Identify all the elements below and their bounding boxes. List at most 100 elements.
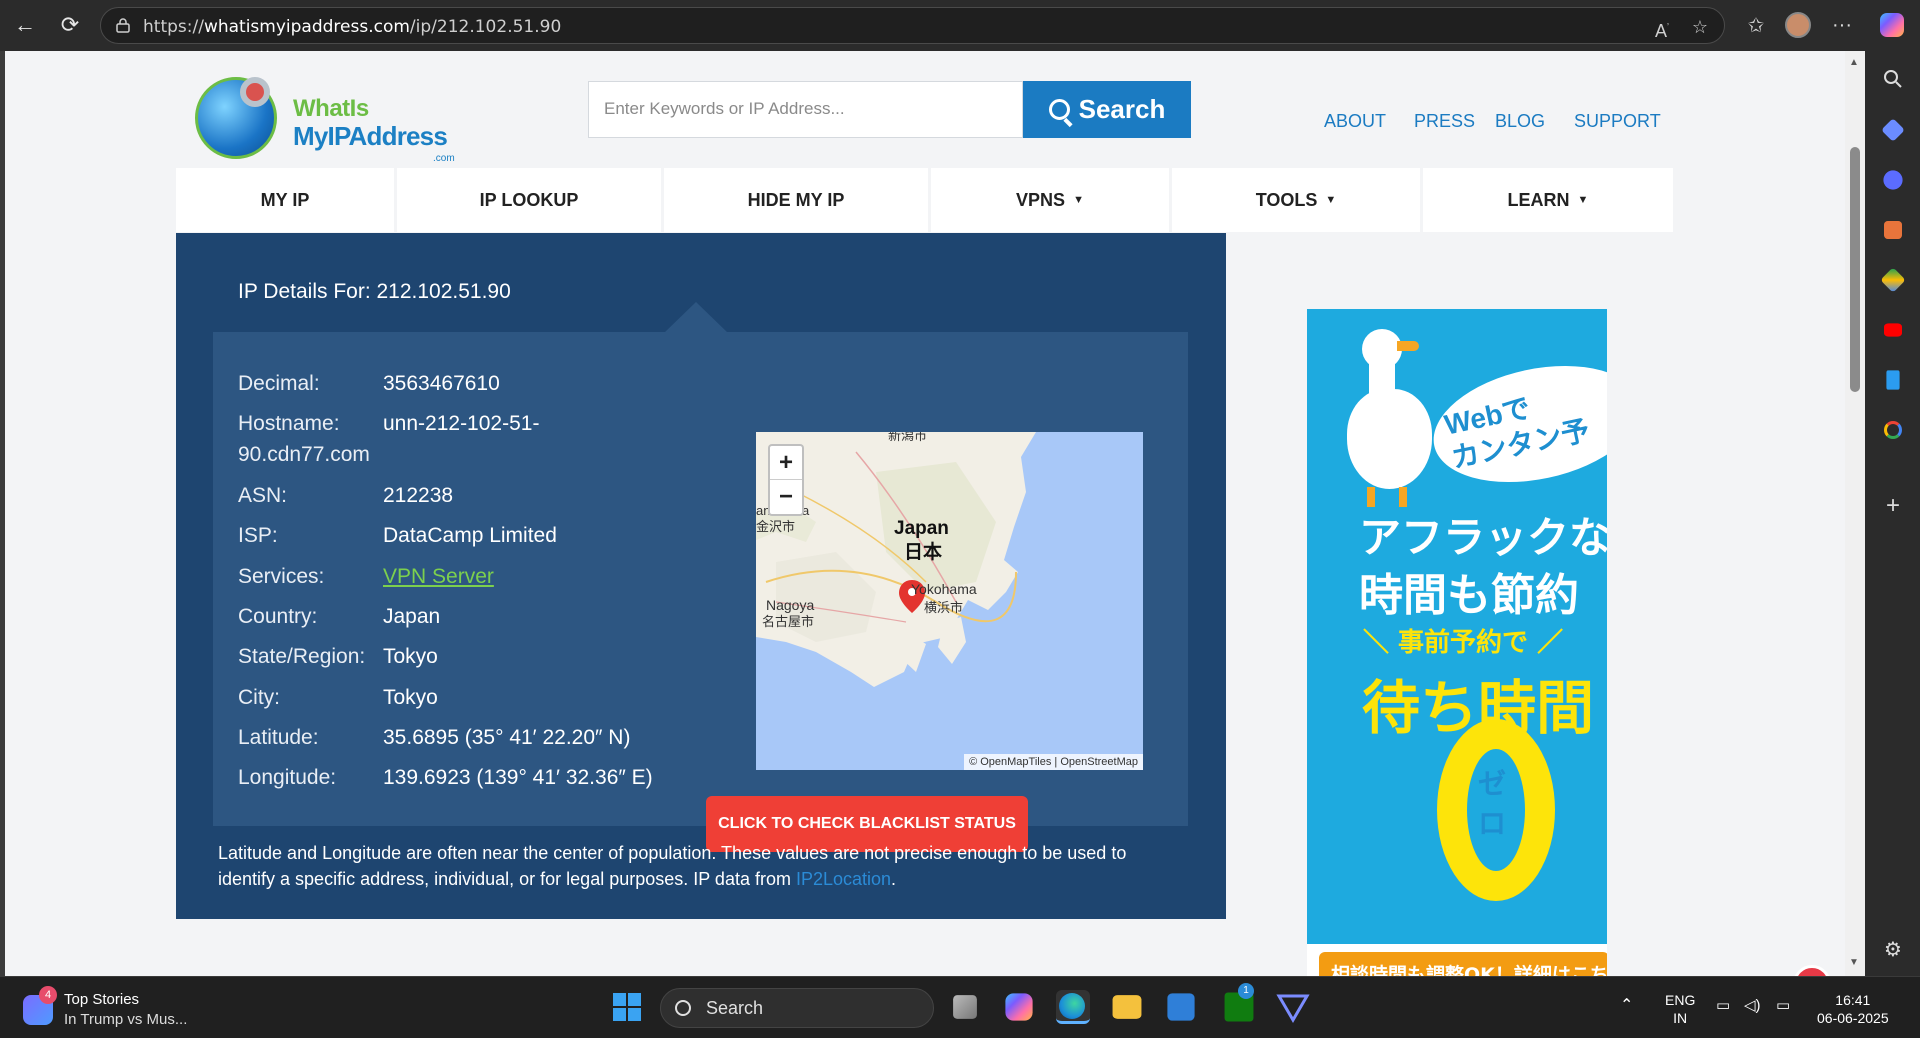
- nav-learn[interactable]: LEARN ▼: [1423, 168, 1673, 232]
- nav-my-ip[interactable]: MY IP: [176, 168, 394, 232]
- search-icon: [1048, 99, 1070, 120]
- shopping-tag-icon[interactable]: [1881, 118, 1905, 142]
- row-value: 139.6923 (139° 41′ 32.36″ E): [383, 766, 653, 789]
- copilot-taskbar-icon[interactable]: [1005, 993, 1033, 1021]
- bing-icon[interactable]: [1886, 370, 1900, 390]
- tools-briefcase-icon[interactable]: [1884, 221, 1902, 239]
- copilot-icon[interactable]: [1876, 10, 1908, 40]
- search-icon: [675, 1000, 691, 1016]
- row-value: 3563467610: [383, 372, 500, 395]
- row-value: 35.6895 (35° 41′ 22.20″ N): [383, 726, 631, 749]
- zoom-in-button[interactable]: +: [770, 446, 802, 480]
- refresh-button[interactable]: ⟳: [55, 10, 85, 40]
- row-label: State/Region:: [238, 645, 366, 668]
- row-label: Latitude:: [238, 726, 319, 749]
- clock-time: 16:41: [1835, 992, 1871, 1008]
- tray-overflow-icon[interactable]: ⌃: [1620, 997, 1633, 1015]
- map-label-japan-ja: 日本: [904, 540, 942, 563]
- google-drive-icon[interactable]: [1880, 267, 1906, 293]
- windows-logo-icon: [613, 993, 641, 1021]
- start-button[interactable]: [610, 990, 644, 1024]
- row-value: unn-212-102-51-: [383, 412, 540, 435]
- ad-headline-2: 時間も節約: [1359, 570, 1579, 621]
- row-value: 212238: [383, 484, 454, 507]
- lang-code: ENG: [1665, 992, 1696, 1008]
- search-icon[interactable]: [1881, 67, 1905, 91]
- copilot-app-icon[interactable]: [1883, 170, 1903, 190]
- taskbar-search[interactable]: Search: [660, 988, 934, 1028]
- disclaimer-text: Latitude and Longitude are often near th…: [218, 843, 1127, 889]
- map-canvas[interactable]: Japan 日本 Nagoya 名古屋市 Yokohama 横浜市 金沢市 an…: [756, 428, 1143, 770]
- language-indicator[interactable]: ENG IN: [1665, 991, 1695, 1027]
- windows-taskbar: 4 Top Stories In Trump vs Mus... Search …: [0, 976, 1920, 1038]
- map-label-yokohama: Yokohama: [911, 581, 977, 597]
- row-value: Tokyo: [383, 645, 438, 668]
- region-code: IN: [1673, 1010, 1688, 1026]
- site-logo[interactable]: WhatIs MyIPAddress .com: [195, 71, 465, 164]
- network-icon[interactable]: ▭: [1716, 997, 1730, 1015]
- vpn-server-link[interactable]: VPN Server: [383, 565, 494, 589]
- url-text[interactable]: https://whatismyipaddress.com/ip/212.102…: [143, 17, 561, 37]
- search-input[interactable]: Enter Keywords or IP Address...: [588, 81, 1023, 138]
- search-button[interactable]: Search: [1023, 81, 1191, 138]
- favorites-icon[interactable]: ✩: [1740, 10, 1772, 40]
- scrollbar-thumb[interactable]: [1850, 147, 1860, 392]
- link-about[interactable]: ABOUT: [1324, 111, 1386, 132]
- favorite-star-icon[interactable]: ☆: [1689, 16, 1711, 38]
- clock[interactable]: 16:41 06-06-2025: [1817, 991, 1889, 1027]
- row-label: Hostname:: [238, 412, 340, 435]
- page-scrollbar[interactable]: ▲ ▼: [1845, 51, 1865, 976]
- map-label-nagoya: Nagoya: [766, 597, 814, 613]
- location-map[interactable]: Japan 日本 Nagoya 名古屋市 Yokohama 横浜市 金沢市 an…: [756, 428, 1143, 770]
- ad-footer: 相談時間も調整OK！詳細はこち: [1307, 944, 1607, 976]
- youtube-icon[interactable]: [1884, 323, 1902, 337]
- add-app-icon[interactable]: +: [1881, 494, 1905, 518]
- battery-icon[interactable]: ▭: [1776, 997, 1790, 1015]
- edge-taskbar-icon[interactable]: [1056, 990, 1090, 1024]
- nav-ip-lookup[interactable]: IP LOOKUP: [397, 168, 661, 232]
- ip2location-link[interactable]: IP2Location: [796, 869, 891, 889]
- browser-toolbar: ← ⟳ https://whatismyipaddress.com/ip/212…: [0, 0, 1920, 51]
- address-bar[interactable]: https://whatismyipaddress.com/ip/212.102…: [100, 7, 1725, 44]
- nav-hide-my-ip[interactable]: HIDE MY IP: [664, 168, 928, 232]
- nav-tools[interactable]: TOOLS ▼: [1172, 168, 1420, 232]
- advertisement[interactable]: Webでカンタン予 アフラックなら 時間も節約 ＼ 事前予約で ／ 待ち時間 ゼ…: [1307, 309, 1607, 976]
- read-aloud-icon[interactable]: Aʼ: [1651, 16, 1673, 41]
- back-button[interactable]: ←: [10, 10, 40, 40]
- ad-headline-1: アフラックなら: [1359, 513, 1607, 562]
- nav-vpns[interactable]: VPNS ▼: [931, 168, 1169, 232]
- site-info-icon[interactable]: [115, 17, 131, 33]
- google-icon[interactable]: [1884, 421, 1902, 439]
- volume-icon[interactable]: ◁): [1744, 997, 1761, 1015]
- logo-text-line2: MyIPAddress: [293, 121, 448, 151]
- ad-subheadline: ＼ 事前予約で ／: [1363, 628, 1564, 658]
- settings-gear-icon[interactable]: ⚙: [1881, 938, 1905, 962]
- duck-beak: [1397, 341, 1419, 351]
- zoom-out-button[interactable]: −: [770, 480, 802, 514]
- dropdown-caret-icon: ▼: [1325, 194, 1337, 206]
- dropdown-caret-icon: ▼: [1577, 194, 1589, 206]
- profile-avatar[interactable]: [1782, 10, 1814, 40]
- link-support[interactable]: SUPPORT: [1574, 111, 1661, 132]
- vpn-app-icon[interactable]: [1276, 990, 1310, 1024]
- link-blog[interactable]: BLOG: [1495, 111, 1545, 132]
- row-label: Services:: [238, 565, 325, 588]
- file-explorer-icon[interactable]: [1112, 995, 1142, 1019]
- logo-text-line3: .com: [433, 153, 455, 164]
- map-label-nagoya-ja: 名古屋市: [762, 614, 814, 630]
- row-label: ASN:: [238, 484, 288, 507]
- row-label: ISP:: [238, 524, 278, 547]
- notification-bell-button[interactable]: [1793, 965, 1831, 976]
- news-title: Top Stories: [64, 991, 140, 1008]
- link-press[interactable]: PRESS: [1414, 111, 1475, 132]
- magnifier-icon: [240, 77, 270, 107]
- scroll-up-icon[interactable]: ▲: [1849, 57, 1859, 68]
- microsoft-store-icon[interactable]: [1167, 993, 1195, 1021]
- clock-date: 06-06-2025: [1817, 1010, 1889, 1026]
- task-view-icon[interactable]: [953, 995, 977, 1019]
- ad-cta[interactable]: 相談時間も調整OK！詳細はこち: [1319, 952, 1607, 976]
- more-menu-icon[interactable]: ···: [1826, 10, 1858, 40]
- scroll-down-icon[interactable]: ▼: [1849, 957, 1859, 968]
- main-nav: MY IP IP LOOKUP HIDE MY IP VPNS ▼ TOOLS ▼ …: [176, 168, 1676, 232]
- map-attribution[interactable]: © OpenMapTiles | OpenStreetMap: [964, 754, 1143, 770]
